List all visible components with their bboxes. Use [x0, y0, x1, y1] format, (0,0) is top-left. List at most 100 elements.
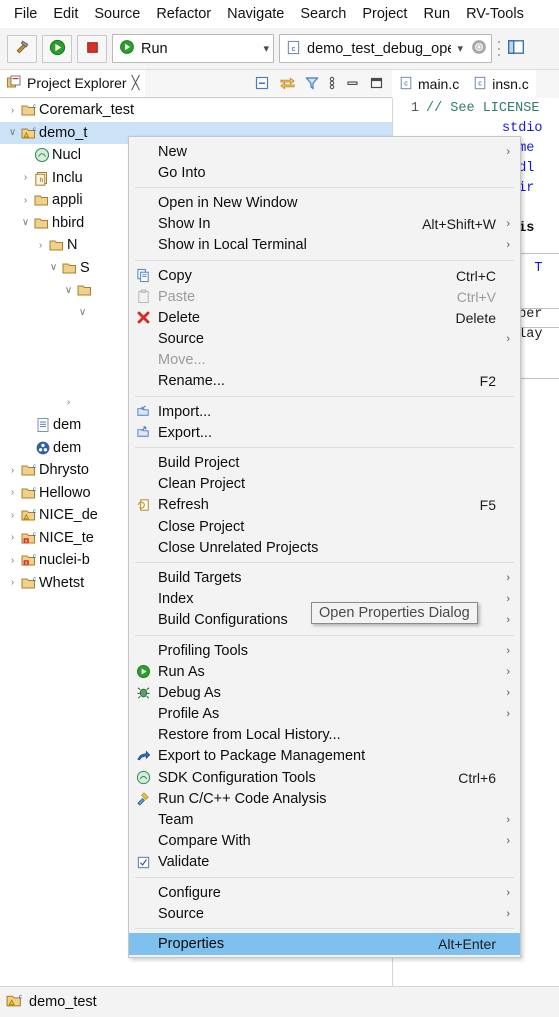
- menu-item-copy[interactable]: Copy Ctrl+C: [129, 265, 520, 286]
- menu-run[interactable]: Run: [415, 4, 458, 24]
- menu-item-show-in[interactable]: Show In Alt+Shift+W ›: [129, 214, 520, 235]
- menu-refactor[interactable]: Refactor: [148, 4, 219, 24]
- menu-item-sdk-configuration-tools[interactable]: SDK Configuration Tools Ctrl+6: [129, 767, 520, 788]
- tab-project-explorer[interactable]: Project Explorer ╳: [0, 70, 146, 98]
- svg-text:c: c: [33, 532, 36, 538]
- collapse-all-icon[interactable]: [254, 75, 270, 94]
- menu-search[interactable]: Search: [292, 4, 354, 24]
- view-menu-icon[interactable]: [328, 75, 336, 94]
- collapse-arrow-icon[interactable]: ∨: [47, 262, 60, 273]
- project-explorer-icon: [6, 74, 22, 93]
- menu-item-open-in-new-window[interactable]: Open in New Window: [129, 192, 520, 213]
- menu-item-new[interactable]: New ›: [129, 141, 520, 162]
- menu-source[interactable]: Source: [86, 4, 148, 24]
- run-mode-combo[interactable]: Run ▾: [112, 34, 274, 63]
- expand-arrow-icon[interactable]: ›: [6, 105, 19, 116]
- menu-item-refresh[interactable]: Refresh F5: [129, 495, 520, 516]
- main-toolbar: Run ▾ c demo_test_debug_open ▾: [0, 28, 559, 70]
- perspective-icon[interactable]: [507, 38, 525, 59]
- submenu-arrow-icon: ›: [506, 145, 510, 158]
- collapse-arrow-icon[interactable]: ∨: [76, 307, 89, 318]
- menu-item-compare-with[interactable]: Compare With ›: [129, 831, 520, 852]
- menu-item-label: Run As: [158, 663, 205, 680]
- menu-item-debug-as[interactable]: Debug As ›: [129, 682, 520, 703]
- menu-item-label: Close Project: [158, 518, 245, 535]
- svg-text:c: c: [33, 577, 36, 583]
- tab-insn-c[interactable]: c insn.c: [466, 70, 536, 98]
- menu-edit[interactable]: Edit: [45, 4, 86, 24]
- menu-project[interactable]: Project: [354, 4, 415, 24]
- expand-arrow-icon[interactable]: ›: [19, 195, 32, 206]
- menu-item-build-targets[interactable]: Build Targets ›: [129, 567, 520, 588]
- stop-button[interactable]: [77, 34, 107, 63]
- sdk-icon: [129, 770, 158, 785]
- menu-item-restore-from-local-history[interactable]: Restore from Local History...: [129, 725, 520, 746]
- submenu-arrow-icon: ›: [506, 571, 510, 584]
- expand-arrow-icon[interactable]: ›: [6, 532, 19, 543]
- menu-item-rename[interactable]: Rename... F2: [129, 371, 520, 392]
- chevron-down-icon[interactable]: ▾: [457, 42, 463, 55]
- context-menu[interactable]: New › Go Into Open in New Window Show In…: [128, 136, 521, 958]
- expand-arrow-icon[interactable]: ›: [6, 465, 19, 476]
- menu-item-run-c-cpp-code-analysis[interactable]: Run C/C++ Code Analysis: [129, 788, 520, 809]
- expand-arrow-icon[interactable]: ›: [6, 577, 19, 588]
- run-button[interactable]: [42, 34, 72, 63]
- export-icon: [129, 425, 158, 440]
- tree-item-coremark-test[interactable]: › c Coremark_test: [0, 99, 392, 122]
- menu-item-label: Run C/C++ Code Analysis: [158, 790, 327, 807]
- menu-item-export-to-package-management[interactable]: Export to Package Management: [129, 746, 520, 767]
- menu-item-go-into[interactable]: Go Into: [129, 162, 520, 183]
- menu-navigate[interactable]: Navigate: [219, 4, 292, 24]
- menu-item-source[interactable]: Source ›: [129, 329, 520, 350]
- maximize-icon[interactable]: [369, 76, 384, 93]
- menu-item-close-project[interactable]: Close Project: [129, 516, 520, 537]
- minimize-icon[interactable]: [345, 76, 360, 93]
- tab-main-c-label: main.c: [418, 76, 460, 92]
- menu-item-delete[interactable]: Delete Delete: [129, 307, 520, 328]
- menu-item-configure[interactable]: Configure ›: [129, 882, 520, 903]
- menu-item-import[interactable]: Import...: [129, 401, 520, 422]
- menu-item-clean-project[interactable]: Clean Project: [129, 474, 520, 495]
- c-project-warn-icon: c: [6, 992, 23, 1013]
- tooltip-text: Open Properties Dialog: [319, 605, 470, 621]
- menu-item-source-2[interactable]: Source ›: [129, 903, 520, 924]
- svg-text:h: h: [40, 178, 43, 184]
- menu-item-profile-as[interactable]: Profile As ›: [129, 704, 520, 725]
- menu-item-profiling-tools[interactable]: Profiling Tools ›: [129, 640, 520, 661]
- tab-main-c[interactable]: c main.c: [392, 70, 467, 98]
- menu-item-label: Profiling Tools: [158, 642, 249, 659]
- close-icon[interactable]: ╳: [132, 75, 140, 91]
- expand-arrow-icon[interactable]: ›: [6, 487, 19, 498]
- menu-item-team[interactable]: Team ›: [129, 809, 520, 830]
- gear-icon[interactable]: [471, 39, 487, 58]
- menu-item-close-unrelated-projects[interactable]: Close Unrelated Projects: [129, 537, 520, 558]
- build-button[interactable]: [7, 34, 37, 63]
- menu-rv-tools[interactable]: RV-Tools: [458, 4, 532, 24]
- menu-item-run-as[interactable]: Run As ›: [129, 661, 520, 682]
- menu-item-label: Close Unrelated Projects: [158, 539, 319, 556]
- launch-config-combo[interactable]: c demo_test_debug_open ▾: [279, 34, 492, 63]
- filter-icon[interactable]: [305, 75, 319, 94]
- link-with-editor-icon[interactable]: [279, 75, 296, 94]
- menu-item-accelerator: Ctrl+6: [458, 769, 496, 786]
- expand-arrow-icon[interactable]: ›: [6, 555, 19, 566]
- tree-item-label: Whetst: [39, 574, 85, 591]
- project-explorer-tabbar: Project Explorer ╳: [0, 70, 392, 98]
- menu-item-build-project[interactable]: Build Project: [129, 452, 520, 473]
- menu-item-properties[interactable]: Properties Alt+Enter: [129, 933, 520, 955]
- menu-item-show-in-local-terminal[interactable]: Show in Local Terminal ›: [129, 235, 520, 256]
- menu-separator: [135, 259, 514, 261]
- collapse-arrow-icon[interactable]: ∨: [19, 217, 32, 228]
- collapse-arrow-icon[interactable]: ∨: [62, 285, 75, 296]
- expand-arrow-icon[interactable]: ›: [6, 510, 19, 521]
- expand-arrow-icon[interactable]: ›: [62, 397, 75, 408]
- tree-item-label: demo_t: [39, 124, 88, 141]
- menu-file[interactable]: File: [6, 4, 45, 24]
- menu-item-label: Import...: [158, 403, 212, 420]
- menu-item-validate[interactable]: Validate: [129, 852, 520, 873]
- chevron-down-icon[interactable]: ▾: [263, 42, 269, 55]
- menu-item-export[interactable]: Export...: [129, 422, 520, 443]
- expand-arrow-icon[interactable]: ›: [19, 172, 32, 183]
- expand-arrow-icon[interactable]: ›: [34, 240, 47, 251]
- collapse-arrow-icon[interactable]: ∨: [6, 127, 19, 138]
